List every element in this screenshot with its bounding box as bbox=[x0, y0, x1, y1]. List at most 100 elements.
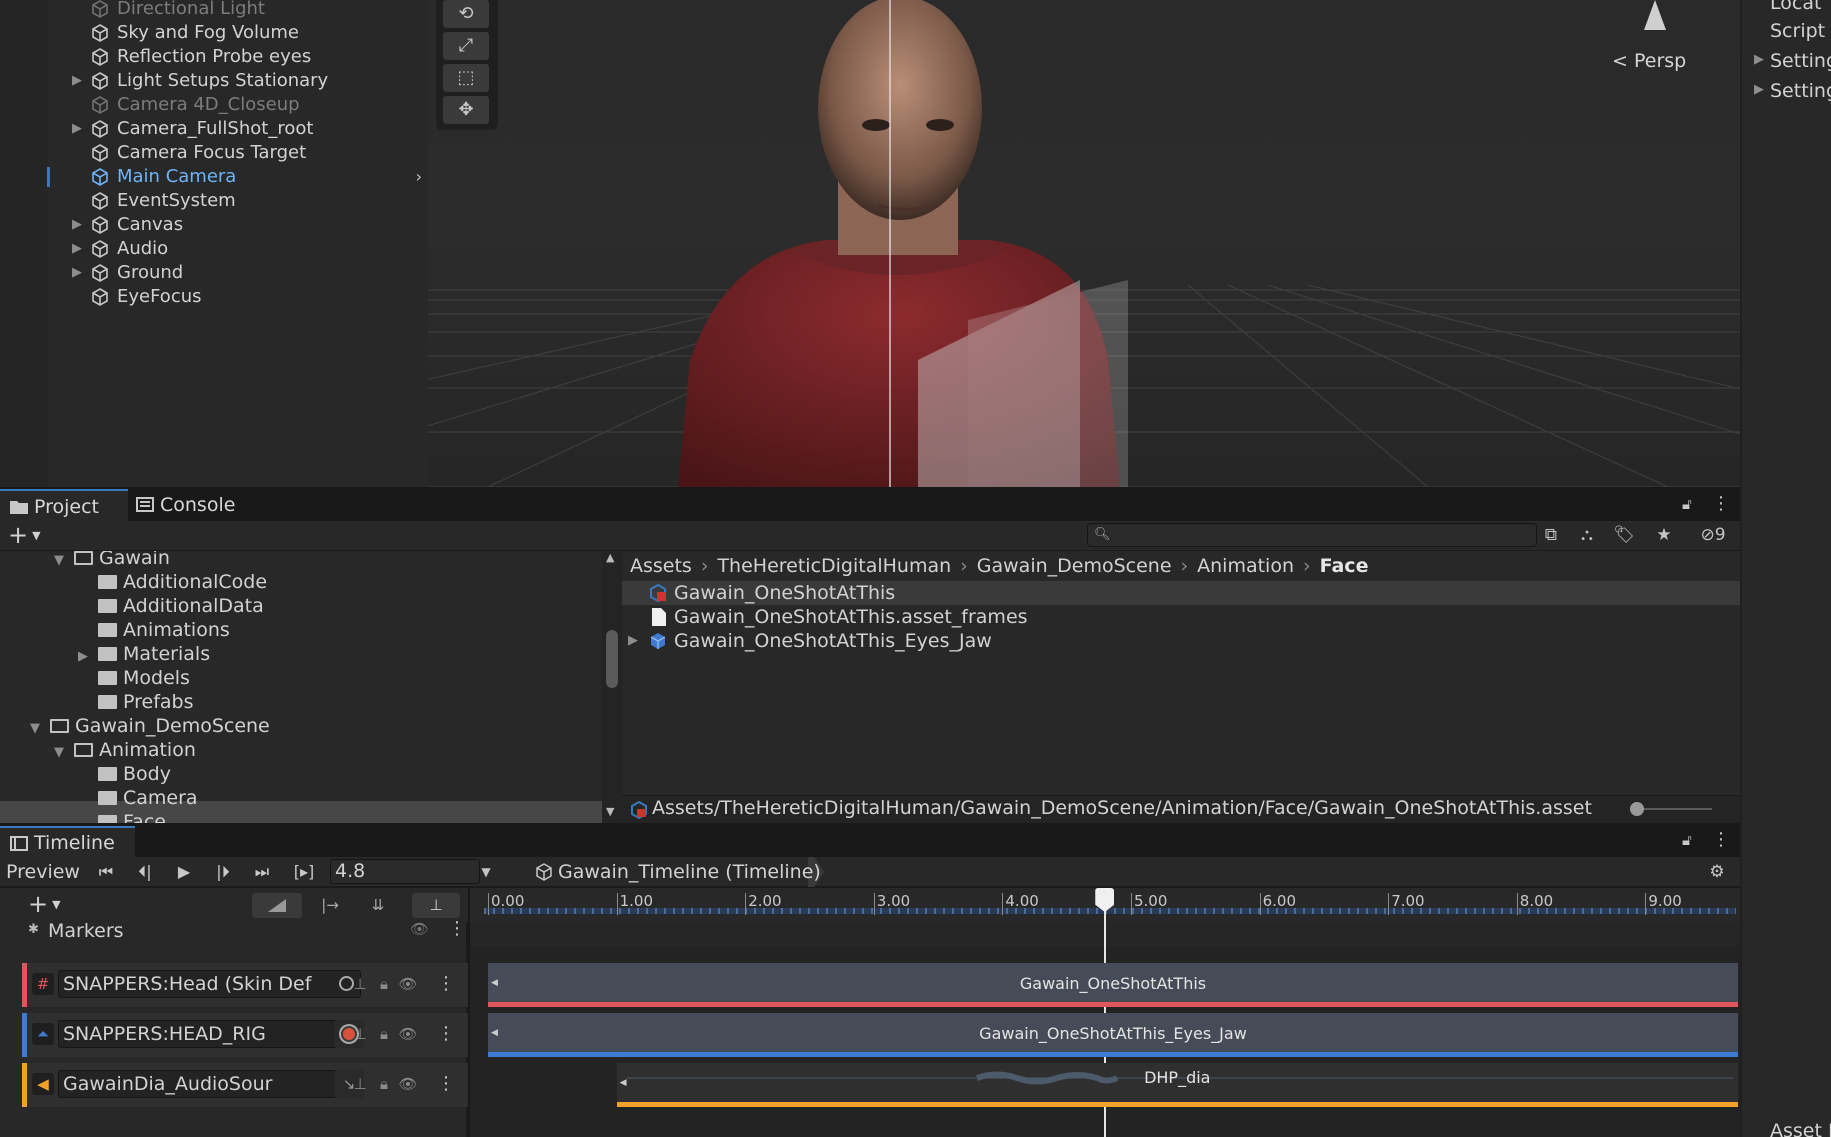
hierarchy-item[interactable]: EventSystem bbox=[48, 189, 428, 213]
inspector-item[interactable]: Setting bbox=[1770, 80, 1831, 102]
tree-folder-item[interactable]: ▼ Animation bbox=[54, 738, 196, 762]
scroll-down-icon[interactable]: ▼ bbox=[606, 805, 614, 818]
hierarchy-item[interactable]: ▶ Canvas bbox=[48, 213, 428, 237]
scrollbar-thumb[interactable] bbox=[606, 630, 618, 688]
lock-icon[interactable]: 🔒︎ bbox=[374, 1024, 394, 1044]
play-icon[interactable]: ▶ bbox=[172, 861, 196, 883]
search-input[interactable]: 🔍︎ bbox=[1087, 523, 1537, 547]
track-binding-field[interactable]: SNAPPERS:Head (Skin Def bbox=[58, 970, 361, 998]
track-header[interactable]: ⏶ SNAPPERS:HEAD_RIG ⊥ 🔒︎ 👁︎ ⋮ bbox=[22, 1013, 468, 1057]
expand-arrow-icon[interactable]: ▼ bbox=[54, 741, 68, 765]
track-header[interactable]: ◀ GawainDia_AudioSour ↘ ⊥ 🔒︎ 👁︎ ⋮ bbox=[22, 1063, 468, 1107]
eye-icon[interactable]: 👁︎ bbox=[398, 1074, 418, 1094]
more-options-icon[interactable]: ⋮ bbox=[436, 1024, 456, 1044]
orientation-gizmo-icon[interactable] bbox=[1644, 0, 1666, 30]
more-options-icon[interactable]: ⋮ bbox=[448, 918, 466, 939]
next-frame-icon[interactable]: |⏵ bbox=[211, 861, 235, 883]
hierarchy-item[interactable]: ▶ Camera_FullShot_root bbox=[48, 117, 428, 141]
go-to-end-icon[interactable]: ⏭ bbox=[250, 861, 274, 883]
breadcrumb-item[interactable]: Gawain_DemoScene bbox=[977, 555, 1172, 577]
hierarchy-item[interactable]: EyeFocus bbox=[48, 285, 428, 309]
expand-arrow-icon[interactable]: ▶ bbox=[72, 261, 86, 285]
scene-view[interactable] bbox=[428, 0, 1740, 487]
expand-arrow-icon[interactable]: ▶ bbox=[1754, 52, 1764, 67]
go-to-start-icon[interactable]: ⏮ bbox=[94, 861, 118, 883]
snap-icon[interactable]: ⊥ bbox=[412, 893, 460, 918]
timeline-clip[interactable]: ◀ Gawain_OneShotAtThis_Eyes_Jaw bbox=[488, 1013, 1738, 1057]
tree-folder-item[interactable]: Models bbox=[78, 666, 190, 690]
breadcrumb-item[interactable]: Assets bbox=[630, 555, 692, 577]
track-binding-field[interactable]: GawainDia_AudioSour bbox=[58, 1070, 361, 1098]
more-options-icon[interactable]: ⋮ bbox=[1712, 829, 1730, 850]
breadcrumb-item[interactable]: Face bbox=[1320, 555, 1369, 577]
scale-tool-icon[interactable]: ⤢ bbox=[443, 32, 489, 60]
projection-toggle[interactable]: < Persp bbox=[1612, 50, 1686, 72]
play-range-icon[interactable]: [▸] bbox=[290, 861, 318, 883]
lock-on-icon[interactable]: ⊥ bbox=[350, 1024, 370, 1044]
hierarchy-item[interactable]: ▶ Ground bbox=[48, 261, 428, 285]
tree-folder-item[interactable]: AdditionalCode bbox=[78, 570, 267, 594]
hierarchy-item[interactable]: Directional Light bbox=[48, 0, 428, 21]
filter-by-type-icon[interactable]: ⛬ bbox=[1575, 523, 1599, 547]
more-options-icon[interactable]: ⋮ bbox=[436, 974, 456, 994]
expand-arrow-icon[interactable]: ▶ bbox=[628, 629, 638, 653]
tree-folder-item[interactable]: Face bbox=[78, 810, 166, 823]
inspector-item[interactable]: Setting bbox=[1770, 50, 1831, 72]
current-time-field[interactable]: 4.8 bbox=[330, 859, 480, 884]
eye-icon[interactable]: 👁︎ bbox=[398, 1024, 418, 1044]
hierarchy-item[interactable]: Camera 4D_Closeup bbox=[48, 93, 428, 117]
file-list-item[interactable]: ▶ Gawain_OneShotAtThis_Eyes_Jaw bbox=[622, 629, 1740, 653]
ripple-edit-icon[interactable]: |→ bbox=[312, 893, 348, 918]
hierarchy-item[interactable]: ▶ Audio bbox=[48, 237, 428, 261]
add-track-button[interactable]: + ▼ bbox=[28, 890, 61, 923]
tree-folder-item[interactable]: ▼ Gawain bbox=[54, 551, 170, 570]
hierarchy-item[interactable]: ▶ Light Setups Stationary bbox=[48, 69, 428, 93]
lock-icon[interactable]: 🔓︎ bbox=[1682, 831, 1692, 849]
favorites-icon[interactable]: ★ bbox=[1652, 523, 1676, 547]
breadcrumb-item[interactable]: TheHereticDigitalHuman bbox=[717, 555, 951, 577]
timeline-clip[interactable]: ◀ Gawain_OneShotAtThis bbox=[488, 963, 1738, 1007]
expand-arrow-icon[interactable]: ▶ bbox=[72, 237, 86, 261]
tree-folder-item[interactable]: Body bbox=[78, 762, 171, 786]
expand-arrow-icon[interactable]: ▶ bbox=[72, 117, 86, 141]
hierarchy-item[interactable]: Reflection Probe eyes bbox=[48, 45, 428, 69]
tab-timeline[interactable]: Timeline bbox=[0, 826, 135, 857]
scroll-up-icon[interactable]: ▲ bbox=[606, 551, 614, 564]
timeline-clip[interactable]: ◀ DHP_dia bbox=[616, 1063, 1738, 1107]
file-list-item[interactable]: Gawain_OneShotAtThis bbox=[622, 581, 1740, 605]
clip-blend-toggle[interactable] bbox=[252, 893, 302, 918]
expand-arrow-icon[interactable]: ▶ bbox=[72, 213, 86, 237]
eye-icon[interactable]: 👁︎ bbox=[410, 920, 429, 938]
file-list-item[interactable]: Gawain_OneShotAtThis.asset_frames bbox=[622, 605, 1740, 629]
settings-gear-icon[interactable]: ⚙ bbox=[1704, 861, 1730, 883]
track-binding-field[interactable]: SNAPPERS:HEAD_RIG bbox=[58, 1020, 361, 1048]
tree-folder-item[interactable]: ▶ Materials bbox=[78, 642, 210, 666]
track-header[interactable]: # SNAPPERS:Head (Skin Def ⊥ 🔒︎ 👁︎ ⋮ bbox=[22, 963, 468, 1007]
expand-arrow-icon[interactable]: ▼ bbox=[30, 717, 44, 741]
expand-arrow-icon[interactable]: ▶ bbox=[72, 69, 86, 93]
expand-arrow-icon[interactable]: ▼ bbox=[54, 551, 68, 573]
rotate-tool-icon[interactable]: ⟲ bbox=[443, 0, 489, 28]
hierarchy-item[interactable]: Sky and Fog Volume bbox=[48, 21, 428, 45]
preview-toggle[interactable]: Preview bbox=[6, 860, 80, 884]
chevron-right-icon[interactable]: › bbox=[416, 165, 422, 189]
filter-by-label-icon[interactable]: 🏷︎ bbox=[1612, 523, 1636, 547]
tree-folder-item[interactable]: Animations bbox=[78, 618, 230, 642]
hierarchy-item[interactable]: Main Camera › bbox=[48, 165, 428, 189]
tab-project[interactable]: Project bbox=[0, 489, 128, 521]
lock-icon[interactable]: 🔓︎ bbox=[1682, 495, 1692, 513]
rect-tool-icon[interactable]: ⬚ bbox=[443, 64, 489, 92]
more-options-icon[interactable]: ⋮ bbox=[436, 1074, 456, 1094]
replace-edit-icon[interactable]: ⇊ bbox=[360, 893, 396, 918]
hidden-packages-toggle[interactable]: ⊘9 bbox=[1690, 523, 1736, 547]
tree-folder-item[interactable]: Camera bbox=[78, 786, 198, 810]
lock-icon[interactable]: 🔒︎ bbox=[374, 1074, 394, 1094]
hierarchy-item[interactable]: Camera Focus Target bbox=[48, 141, 428, 165]
timeline-asset-name[interactable]: Gawain_Timeline (Timeline) bbox=[558, 860, 821, 884]
lock-icon[interactable]: 🔒︎ bbox=[374, 974, 394, 994]
create-button[interactable]: + ▼ bbox=[8, 521, 41, 554]
eye-icon[interactable]: 👁︎ bbox=[398, 974, 418, 994]
slider-knob[interactable] bbox=[1630, 802, 1644, 816]
lock-on-icon[interactable]: ⊥ bbox=[350, 1074, 370, 1094]
icon-size-slider[interactable] bbox=[1632, 808, 1712, 810]
